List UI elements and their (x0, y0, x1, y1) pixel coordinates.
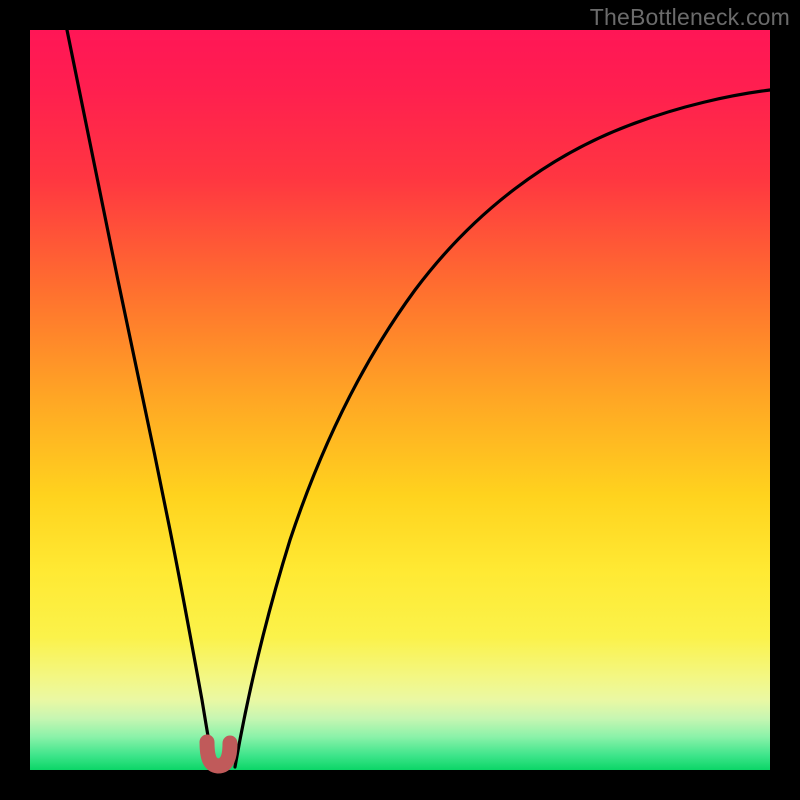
left-curve (67, 30, 214, 767)
chart-frame: TheBottleneck.com (0, 0, 800, 800)
plot-area (30, 30, 770, 770)
watermark-text: TheBottleneck.com (590, 4, 790, 31)
right-curve (235, 90, 770, 767)
chart-svg (30, 30, 770, 770)
bottom-marker (207, 742, 230, 766)
